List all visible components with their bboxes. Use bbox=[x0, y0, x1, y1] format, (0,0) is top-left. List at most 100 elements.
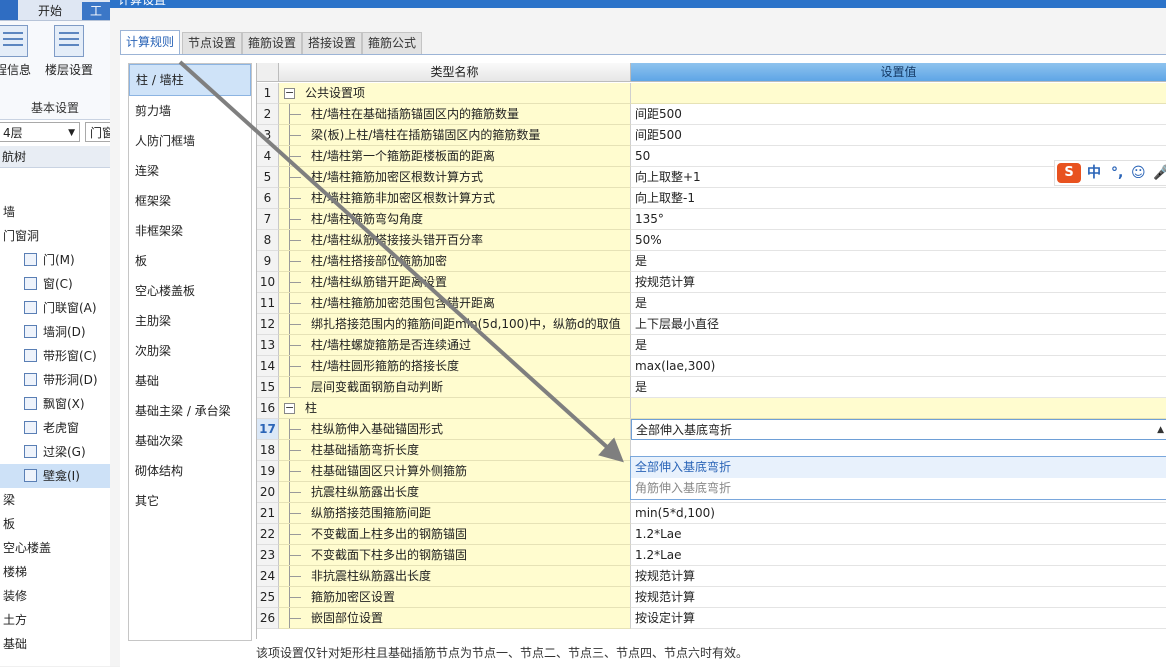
setting-name-cell[interactable]: 不变截面上柱多出的钢筋锚固 bbox=[279, 524, 631, 545]
setting-name-cell[interactable]: 箍筋加密区设置 bbox=[279, 587, 631, 608]
tab-stirrup-formula[interactable]: 箍筋公式 bbox=[362, 32, 423, 54]
setting-name-cell[interactable]: 柱/墙柱纵筋搭接接头错开百分率 bbox=[279, 230, 631, 251]
grid-group-row[interactable]: 16− 柱 bbox=[257, 398, 1166, 419]
tab-stirrup-settings[interactable]: 箍筋设置 bbox=[242, 32, 303, 54]
setting-name-cell[interactable]: 柱/墙柱搭接部位箍筋加密 bbox=[279, 251, 631, 272]
setting-value-cell[interactable]: 50% bbox=[631, 230, 1166, 251]
grid-header-name[interactable]: 类型名称 bbox=[279, 63, 631, 82]
nav-tree-item[interactable]: 窗(C) bbox=[0, 272, 110, 296]
setting-name-cell[interactable]: 柱/墙柱在基础插筋锚固区内的箍筋数量 bbox=[279, 104, 631, 125]
grid-row[interactable]: 26 嵌固部位设置 按设定计算 bbox=[257, 608, 1166, 629]
setting-name-cell[interactable]: 柱/墙柱箍筋加密区根数计算方式 bbox=[279, 167, 631, 188]
setting-value-cell[interactable]: 按规范计算 bbox=[631, 566, 1166, 587]
nav-tree-item[interactable]: 基础 bbox=[0, 632, 110, 656]
grid-row[interactable]: 25 箍筋加密区设置 按规范计算 bbox=[257, 587, 1166, 608]
ime-emoji-icon[interactable]: ☺ bbox=[1131, 163, 1146, 183]
setting-name-cell[interactable]: 抗震柱纵筋露出长度 bbox=[279, 482, 631, 503]
grid-row[interactable]: 21 纵筋搭接范围箍筋间距 min(5*d,100) bbox=[257, 503, 1166, 524]
setting-value-cell[interactable]: 按规范计算 bbox=[631, 587, 1166, 608]
setting-value-cell[interactable] bbox=[631, 83, 1166, 104]
setting-value-cell[interactable] bbox=[631, 398, 1166, 419]
setting-name-cell[interactable]: 柱基础锚固区只计算外侧箍筋 bbox=[279, 461, 631, 482]
setting-value-combobox[interactable]: 全部伸入基底弯折 ▲ bbox=[631, 419, 1166, 440]
grid-row[interactable]: 22 不变截面上柱多出的钢筋锚固 1.2*Lae bbox=[257, 524, 1166, 545]
nav-tree-item[interactable]: 壁龛(I) bbox=[0, 464, 110, 488]
category-item[interactable]: 板 bbox=[129, 246, 251, 276]
setting-name-cell[interactable]: 非抗震柱纵筋露出长度 bbox=[279, 566, 631, 587]
setting-value-cell[interactable]: 上下层最小直径 bbox=[631, 314, 1166, 335]
dropdown-option[interactable]: 角筋伸入基底弯折 bbox=[631, 478, 1166, 499]
setting-value-cell[interactable]: min(5*d,100) bbox=[631, 503, 1166, 524]
category-item[interactable]: 其它 bbox=[129, 486, 251, 516]
setting-name-cell[interactable]: 柱/墙柱第一个箍筋距楼板面的距离 bbox=[279, 146, 631, 167]
setting-name-cell[interactable]: 纵筋搭接范围箍筋间距 bbox=[279, 503, 631, 524]
setting-value-cell[interactable]: 是 bbox=[631, 251, 1166, 272]
project-info-button[interactable]: 程信息 bbox=[0, 25, 38, 78]
category-item[interactable]: 砌体结构 bbox=[129, 456, 251, 486]
nav-tree-item[interactable]: 墙 bbox=[0, 200, 110, 224]
ribbon-tab-start[interactable]: 开始 bbox=[30, 2, 70, 20]
nav-tree-item[interactable]: 老虎窗 bbox=[0, 416, 110, 440]
nav-tree-item[interactable]: 带形窗(C) bbox=[0, 344, 110, 368]
setting-name-cell[interactable]: 柱/墙柱圆形箍筋的搭接长度 bbox=[279, 356, 631, 377]
dropdown-option[interactable]: 全部伸入基底弯折 bbox=[631, 457, 1166, 478]
category-item[interactable]: 框架梁 bbox=[129, 186, 251, 216]
setting-name-cell[interactable]: 柱/墙柱箍筋加密范围包含错开距离 bbox=[279, 293, 631, 314]
setting-name-cell[interactable]: 柱/墙柱螺旋箍筋是否连续通过 bbox=[279, 335, 631, 356]
setting-value-cell[interactable]: 间距500 bbox=[631, 104, 1166, 125]
tab-node-settings[interactable]: 节点设置 bbox=[182, 32, 243, 54]
nav-tree-item[interactable]: 带形洞(D) bbox=[0, 368, 110, 392]
grid-row[interactable]: 24 非抗震柱纵筋露出长度 按规范计算 bbox=[257, 566, 1166, 587]
ribbon-tab-project[interactable]: 工 bbox=[82, 2, 111, 20]
grid-row[interactable]: 12 绑扎搭接范围内的箍筋间距min(5d,100)中，纵筋d的取值 上下层最小直径 bbox=[257, 314, 1166, 335]
setting-value-cell[interactable]: 向上取整-1 bbox=[631, 188, 1166, 209]
collapse-icon[interactable]: − bbox=[284, 87, 295, 99]
grid-row[interactable]: 17 柱纵筋伸入基础锚固形式 全部伸入基底弯折 ▲ bbox=[257, 419, 1166, 440]
dialog-titlebar[interactable]: 计算设置 bbox=[110, 0, 1166, 8]
setting-name-cell[interactable]: 绑扎搭接范围内的箍筋间距min(5d,100)中，纵筋d的取值 bbox=[279, 314, 631, 335]
nav-tree-item[interactable]: 空心楼盖 bbox=[0, 536, 110, 560]
nav-tree-item[interactable]: 装修 bbox=[0, 584, 110, 608]
category-item[interactable]: 基础 bbox=[129, 366, 251, 396]
ime-punctuation-button[interactable]: °, bbox=[1111, 163, 1123, 183]
tab-calc-rules[interactable]: 计算规则 bbox=[120, 30, 181, 55]
grid-row[interactable]: 4 柱/墙柱第一个箍筋距楼板面的距离 50 bbox=[257, 146, 1166, 167]
grid-row[interactable]: 10 柱/墙柱纵筋错开距离设置 按规范计算 bbox=[257, 272, 1166, 293]
setting-name-cell[interactable]: 不变截面下柱多出的钢筋锚固 bbox=[279, 545, 631, 566]
nav-tree-item[interactable]: 飘窗(X) bbox=[0, 392, 110, 416]
grid-row[interactable]: 11 柱/墙柱箍筋加密范围包含错开距离 是 bbox=[257, 293, 1166, 314]
ime-toolbar[interactable]: S 中 °, ☺ 🎤 bbox=[1054, 160, 1166, 186]
grid-row[interactable]: 23 不变截面下柱多出的钢筋锚固 1.2*Lae bbox=[257, 545, 1166, 566]
setting-value-cell[interactable]: 是 bbox=[631, 293, 1166, 314]
grid-row[interactable]: 5 柱/墙柱箍筋加密区根数计算方式 向上取整+1 bbox=[257, 167, 1166, 188]
category-item[interactable]: 主肋梁 bbox=[129, 306, 251, 336]
category-item[interactable]: 基础次梁 bbox=[129, 426, 251, 456]
grid-group-row[interactable]: 1− 公共设置项 bbox=[257, 83, 1166, 104]
setting-name-cell[interactable]: 柱/墙柱纵筋错开距离设置 bbox=[279, 272, 631, 293]
setting-value-cell[interactable]: 按设定计算 bbox=[631, 608, 1166, 629]
setting-value-cell[interactable]: 1.2*Lae bbox=[631, 545, 1166, 566]
setting-value-cell[interactable]: 按规范计算 bbox=[631, 272, 1166, 293]
grid-row[interactable]: 9 柱/墙柱搭接部位箍筋加密 是 bbox=[257, 251, 1166, 272]
setting-name-cell[interactable]: 柱纵筋伸入基础锚固形式 bbox=[279, 419, 631, 440]
ime-logo-icon[interactable]: S bbox=[1057, 163, 1081, 183]
category-item[interactable]: 基础主梁 / 承台梁 bbox=[129, 396, 251, 426]
setting-value-cell[interactable]: max(lae,300) bbox=[631, 356, 1166, 377]
grid-row[interactable]: 6 柱/墙柱箍筋非加密区根数计算方式 向上取整-1 bbox=[257, 188, 1166, 209]
setting-value-cell[interactable]: 135° bbox=[631, 209, 1166, 230]
nav-tree-item[interactable]: 梁 bbox=[0, 488, 110, 512]
category-item[interactable]: 连梁 bbox=[129, 156, 251, 186]
setting-name-cell[interactable]: 嵌固部位设置 bbox=[279, 608, 631, 629]
nav-tree-item[interactable]: 门窗洞 bbox=[0, 224, 110, 248]
tab-lap-settings[interactable]: 搭接设置 bbox=[302, 32, 363, 54]
setting-name-cell[interactable]: 梁(板)上柱/墙柱在插筋锚固区内的箍筋数量 bbox=[279, 125, 631, 146]
grid-row[interactable]: 15 层间变截面钢筋自动判断 是 bbox=[257, 377, 1166, 398]
setting-value-cell[interactable]: 间距500 bbox=[631, 125, 1166, 146]
floor-settings-button[interactable]: 楼层设置 bbox=[44, 25, 94, 78]
ime-chinese-mode-button[interactable]: 中 bbox=[1087, 163, 1101, 183]
group-name-cell[interactable]: − 公共设置项 bbox=[279, 83, 631, 104]
nav-tree-item[interactable]: 门(M) bbox=[0, 248, 110, 272]
setting-name-cell[interactable]: 柱/墙柱箍筋弯勾角度 bbox=[279, 209, 631, 230]
nav-tree-item[interactable]: 楼梯 bbox=[0, 560, 110, 584]
grid-row[interactable]: 3 梁(板)上柱/墙柱在插筋锚固区内的箍筋数量 间距500 bbox=[257, 125, 1166, 146]
